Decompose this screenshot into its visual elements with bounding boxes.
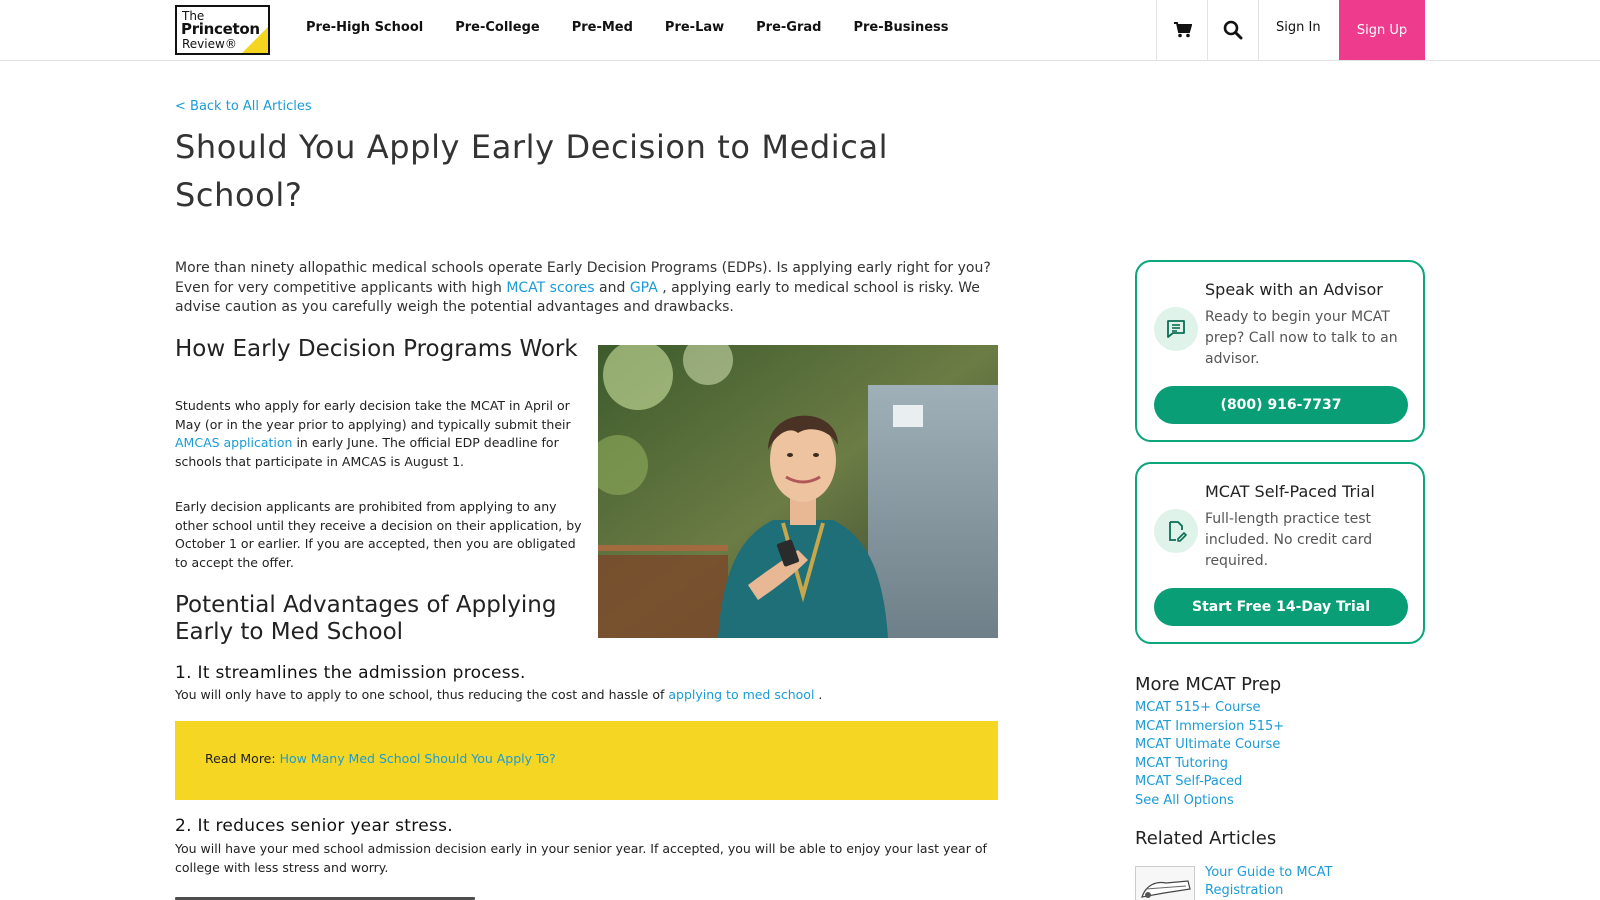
more-mcat-prep-heading: More MCAT Prep: [1135, 674, 1282, 695]
main-nav: Pre-High School Pre-College Pre-Med Pre-…: [306, 20, 981, 35]
point-2-paragraph: You will have your med school admission …: [175, 841, 987, 875]
shopping-cart-icon: [1173, 22, 1192, 38]
read-more-link[interactable]: How Many Med School Should You Apply To?: [280, 751, 556, 766]
intro-text-2: and: [594, 279, 630, 296]
list-item: MCAT 515+ Course: [1135, 699, 1284, 718]
read-more-line: Read More: How Many Med School Should Yo…: [205, 751, 556, 766]
next-heading-cutoff: [175, 893, 475, 900]
back-to-articles-link[interactable]: < Back to All Articles: [175, 99, 312, 114]
advisor-icon-badge: [1154, 307, 1198, 351]
nav-pre-law[interactable]: Pre-Law: [665, 20, 724, 35]
mcat-515-course-link[interactable]: MCAT 515+ Course: [1135, 700, 1260, 715]
advisor-card-text: Ready to begin your MCAT prep? Call now …: [1205, 309, 1398, 367]
logo-corner-mark: [242, 27, 268, 53]
trial-icon-badge: [1154, 509, 1198, 553]
call-advisor-button[interactable]: (800) 916-7737: [1154, 386, 1408, 424]
trial-card-text: Full-length practice test included. No c…: [1205, 511, 1373, 569]
nav-pre-high-school[interactable]: Pre-High School: [306, 20, 423, 35]
nav-pre-med[interactable]: Pre-Med: [572, 20, 633, 35]
sign-in-link[interactable]: Sign In: [1276, 20, 1321, 35]
document-edit-icon: [1169, 521, 1187, 542]
nav-pre-college[interactable]: Pre-College: [455, 20, 539, 35]
search-icon: [1223, 20, 1243, 40]
list-item: MCAT Immersion 515+: [1135, 718, 1284, 737]
p3-text-2: .: [814, 687, 823, 702]
see-all-options-link[interactable]: See All Options: [1135, 793, 1234, 808]
mcat-scores-link[interactable]: MCAT scores: [506, 280, 594, 296]
mcat-self-paced-link[interactable]: MCAT Self-Paced: [1135, 774, 1242, 789]
article-intro: More than ninety allopathic medical scho…: [175, 259, 995, 318]
trial-card: MCAT Self-Paced Trial Full-length practi…: [1135, 462, 1425, 644]
mcat-immersion-link[interactable]: MCAT Immersion 515+: [1135, 719, 1284, 734]
more-mcat-prep-list: MCAT 515+ Course MCAT Immersion 515+ MCA…: [1135, 699, 1284, 810]
related-article-link[interactable]: Your Guide to MCAT Registration: [1205, 864, 1365, 900]
start-trial-button[interactable]: Start Free 14-Day Trial: [1154, 588, 1408, 626]
related-article-thumbnail[interactable]: [1135, 866, 1195, 900]
cart-button[interactable]: [1156, 0, 1208, 60]
trial-card-title: MCAT Self-Paced Trial: [1205, 482, 1375, 501]
read-more-box: Read More: How Many Med School Should Yo…: [175, 721, 998, 800]
mcat-tutoring-link[interactable]: MCAT Tutoring: [1135, 756, 1228, 771]
p1-text-1: Students who apply for early decision ta…: [175, 398, 571, 432]
mcat-ultimate-course-link[interactable]: MCAT Ultimate Course: [1135, 737, 1280, 752]
advisor-card: Speak with an Advisor Ready to begin you…: [1135, 260, 1425, 442]
advisor-card-title: Speak with an Advisor: [1205, 280, 1383, 299]
amcas-application-link[interactable]: AMCAS application: [175, 435, 292, 450]
applying-to-med-school-link[interactable]: applying to med school: [668, 687, 814, 702]
section-heading-how-edp-works: How Early Decision Programs Work: [175, 336, 578, 362]
gpa-link[interactable]: GPA: [630, 280, 658, 296]
related-articles-heading: Related Articles: [1135, 828, 1277, 849]
read-more-label: Read More:: [205, 751, 276, 766]
nav-pre-grad[interactable]: Pre-Grad: [756, 20, 821, 35]
list-item: MCAT Self-Paced: [1135, 773, 1284, 792]
site-header: The Princeton Review® Pre-High School Pr…: [0, 0, 1600, 61]
section-heading-advantages: Potential Advantages of Applying Early t…: [175, 592, 557, 645]
princeton-review-logo[interactable]: The Princeton Review®: [175, 5, 270, 55]
chat-message-icon: [1167, 320, 1185, 338]
point-1-heading: 1. It streamlines the admission process.: [175, 663, 526, 683]
article-title: Should You Apply Early Decision to Medic…: [175, 128, 889, 214]
search-button[interactable]: [1207, 0, 1259, 60]
logo-line-3: Review®: [182, 37, 237, 51]
edp-paragraph-1: Students who apply for early decision ta…: [175, 397, 585, 471]
article-photo: [598, 345, 998, 638]
list-item: See All Options: [1135, 792, 1284, 811]
sign-up-button[interactable]: Sign Up: [1339, 0, 1425, 60]
list-item: MCAT Ultimate Course: [1135, 736, 1284, 755]
nav-pre-business[interactable]: Pre-Business: [853, 20, 948, 35]
point-2-heading: 2. It reduces senior year stress.: [175, 816, 453, 836]
list-item: MCAT Tutoring: [1135, 755, 1284, 774]
edp-paragraph-2: Early decision applicants are prohibited…: [175, 499, 582, 570]
point-1-paragraph: You will only have to apply to one schoo…: [175, 686, 995, 705]
p3-text-1: You will only have to apply to one schoo…: [175, 687, 669, 702]
